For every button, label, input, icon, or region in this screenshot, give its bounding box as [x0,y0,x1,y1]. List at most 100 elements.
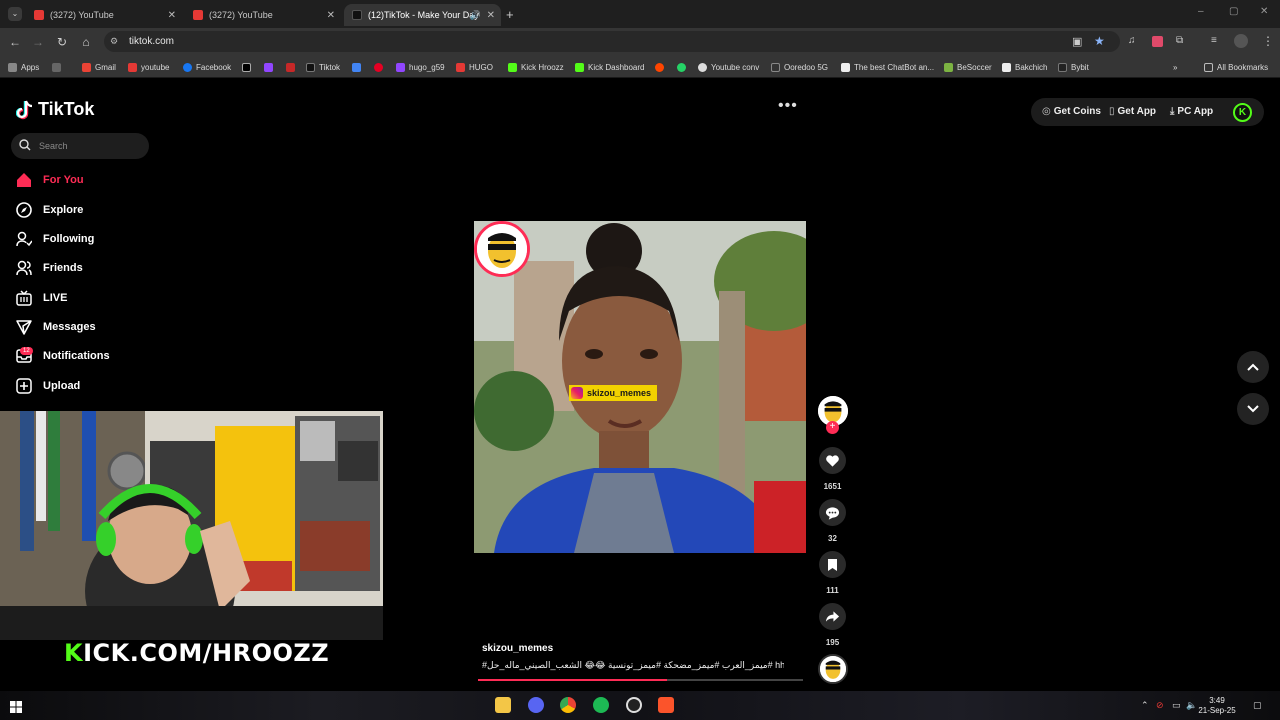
get-app-button[interactable]: ▯ Get App [1109,106,1156,117]
network-icon[interactable]: ▭ [1172,700,1181,711]
chrome-icon[interactable] [560,697,576,713]
sidebar-item-messages[interactable]: Messages [15,318,96,336]
profile-avatar-icon[interactable] [1234,34,1248,48]
sidebar-item-explore[interactable]: Explore [15,201,83,219]
bookmark-grid[interactable] [52,61,65,73]
spotify-icon[interactable] [593,697,609,713]
bookmark-x[interactable] [242,61,255,73]
browser-tab[interactable]: (3272) YouTube ✕ [26,4,182,26]
bookmark-besoccer[interactable]: BeSoccer [944,61,992,73]
x-icon [242,62,251,72]
twitch-icon [396,62,405,72]
bookmark-pinterest[interactable] [374,61,387,73]
like-button[interactable] [819,447,846,474]
save-button[interactable] [819,551,846,578]
kick-extension-badge[interactable]: K [1233,103,1252,122]
bookmark-tiktok[interactable]: Tiktok [306,61,340,73]
windows-start-icon[interactable] [10,700,22,713]
forward-icon[interactable]: → [31,35,45,49]
obs-icon[interactable] [626,697,642,713]
search-input[interactable]: Search [11,133,149,159]
comment-button[interactable] [819,499,846,526]
bookmark-kick[interactable]: Kick Hroozz [508,61,564,73]
sound-disc-avatar[interactable] [818,654,848,684]
home-button-icon[interactable]: ⌂ [79,35,93,49]
back-icon[interactable]: ← [8,35,22,49]
get-coins-button[interactable]: ◎ Get Coins [1042,106,1101,117]
sidebar-item-upload[interactable]: Upload [15,377,80,395]
notification-count-badge: 12 [20,347,33,355]
sidebar-item-for-you[interactable]: For You [15,171,84,189]
more-options-icon[interactable]: ••• [778,97,798,115]
tray-overflow-icon[interactable]: ⌃ [1141,700,1149,711]
reload-icon[interactable]: ↻ [55,35,69,49]
bookmark-twitch[interactable] [264,61,277,73]
tab-title: (3272) YouTube [209,10,273,20]
bookmark-youtube[interactable]: youtube [128,61,169,73]
install-app-icon[interactable]: ▣ [1072,35,1082,48]
previous-video-button[interactable] [1237,351,1269,383]
bookmark-hugo[interactable]: hugo_g59 [396,61,445,73]
coin-icon: ◎ [1042,106,1051,117]
bookmark-youtube-conv[interactable]: Youtube conv [698,61,759,73]
clock-date: 21-Sep-25 [1198,706,1236,715]
brave-icon[interactable] [658,697,674,713]
system-clock[interactable]: 3:49 21-Sep-25 [1196,696,1238,716]
bookmark-star-icon[interactable]: ★ [1094,34,1105,48]
pc-app-button[interactable]: ⤓ PC App [1170,106,1213,117]
share-button[interactable] [819,603,846,630]
site-info-icon[interactable]: ⚙ [110,36,118,47]
youtube-icon [34,10,44,20]
url-text[interactable]: tiktok.com [129,36,174,47]
extension-icon[interactable] [1152,36,1163,47]
notification-center-icon[interactable]: ▢ [1253,700,1262,711]
follow-plus-button[interactable]: + [826,421,839,434]
kick-icon [575,62,584,72]
file-explorer-icon[interactable] [495,697,511,713]
address-bar[interactable] [104,31,1120,52]
close-tab-icon[interactable]: ✕ [168,10,176,21]
minimize-window-icon[interactable]: – [1198,6,1204,17]
bookmark-red[interactable] [286,61,299,73]
browser-tab-active[interactable]: (12)TikTok - Make Your Day 🔊 ✕ [344,4,501,26]
tab-title: (3272) YouTube [50,10,114,20]
all-bookmarks[interactable]: All Bookmarks [1204,61,1268,73]
bookmark-bybit[interactable]: Bybit [1058,61,1089,73]
video-author[interactable]: skizou_memes [482,643,553,654]
grid-icon [52,62,61,72]
security-tray-icon[interactable]: ⊘ [1156,700,1164,711]
sidebar-item-following[interactable]: Following [15,230,94,248]
bookmark-gmail[interactable]: Gmail [82,61,116,73]
bookmarks-overflow-icon[interactable]: » [1173,61,1177,73]
media-control-icon[interactable]: ≡ [1211,35,1217,46]
audio-playing-icon[interactable]: 🔊 [470,10,481,21]
close-tab-icon[interactable]: ✕ [487,10,495,21]
tiktok-logo[interactable]: TikTok [16,99,94,120]
sidebar-item-friends[interactable]: Friends [15,259,83,277]
maximize-window-icon[interactable]: ▢ [1229,6,1238,17]
logo-text: TikTok [38,99,95,119]
discord-app-icon[interactable] [528,697,544,713]
close-tab-icon[interactable]: ✕ [327,10,335,21]
bookmark-kick-dashboard[interactable]: Kick Dashboard [575,61,644,73]
bookmark-hugo-yt[interactable]: HUGO [456,61,493,73]
like-count: 1651 [823,482,842,491]
browser-menu-icon[interactable]: ⋮ [1262,34,1274,48]
bookmark-bakchich[interactable]: Bakchich [1002,61,1047,73]
bookmark-apps[interactable]: Apps [8,61,39,73]
bookmark-whatsapp[interactable] [677,61,690,73]
next-video-button[interactable] [1237,393,1269,425]
extension-icon[interactable]: ♫ [1128,35,1136,46]
close-window-icon[interactable]: ✕ [1260,6,1268,17]
extensions-puzzle-icon[interactable]: ⧉ [1176,35,1183,46]
bookmark-reddit[interactable] [655,61,668,73]
bookmark-chatbot[interactable]: The best ChatBot an... [841,61,934,73]
bookmark-ooredoo[interactable]: Ooredoo 5G [771,61,828,73]
new-tab-button[interactable]: + [506,7,514,22]
tab-list-button[interactable]: ⌄ [8,7,22,21]
browser-tab[interactable]: (3272) YouTube ✕ [185,4,341,26]
video-progress-bar[interactable] [478,679,803,681]
bookmark-translate[interactable] [352,61,365,73]
bookmark-facebook[interactable]: Facebook [183,61,231,73]
sidebar-item-live[interactable]: LIVE [15,289,67,307]
